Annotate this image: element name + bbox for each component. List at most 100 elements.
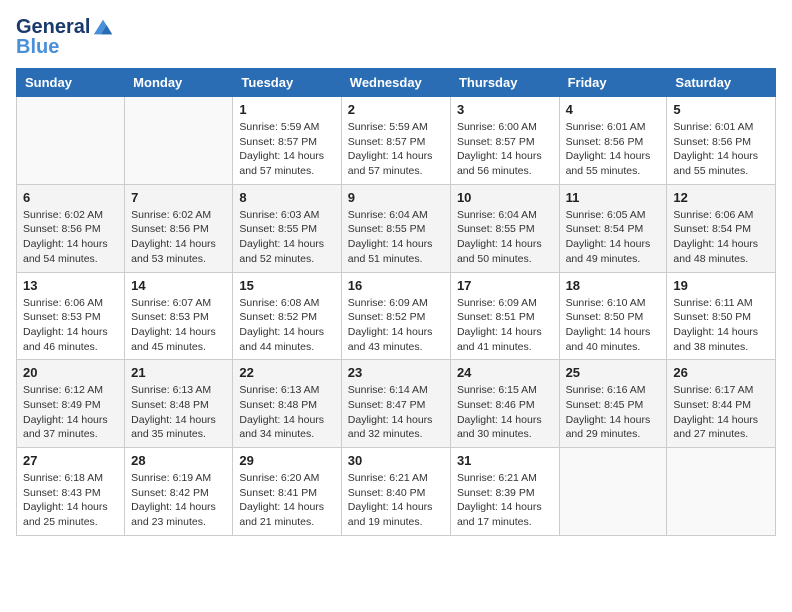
calendar-cell: 23Sunrise: 6:14 AMSunset: 8:47 PMDayligh… (341, 360, 450, 448)
day-number: 12 (673, 190, 769, 205)
day-info: Sunrise: 6:15 AMSunset: 8:46 PMDaylight:… (457, 383, 553, 442)
day-info: Sunrise: 6:13 AMSunset: 8:48 PMDaylight:… (239, 383, 334, 442)
calendar-week-row: 20 Sunrise: 6:12 AMSunset: 8:49 PMDayligh… (17, 360, 776, 448)
day-number: 8 (239, 190, 334, 205)
day-info: Sunrise: 5:59 AMSunset: 8:57 PMDaylight:… (239, 120, 334, 179)
day-number: 10 (457, 190, 553, 205)
calendar-cell: 14 Sunrise: 6:07 AMSunset: 8:53 PMDayligh… (125, 272, 233, 360)
weekday-header: Saturday (667, 69, 776, 97)
day-info: Sunrise: 6:19 AMSunset: 8:42 PMDaylight:… (131, 471, 226, 530)
calendar-table: SundayMondayTuesdayWednesdayThursdayFrid… (16, 68, 776, 536)
day-info: Sunrise: 6:06 AMSunset: 8:53 PMDaylight:… (23, 296, 118, 355)
calendar-week-row: 1 Sunrise: 5:59 AMSunset: 8:57 PMDaylight… (17, 97, 776, 185)
day-info: Sunrise: 6:10 AMSunset: 8:50 PMDaylight:… (566, 296, 661, 355)
calendar-cell (125, 97, 233, 185)
calendar-cell: 30 Sunrise: 6:21 AMSunset: 8:40 PMDayligh… (341, 448, 450, 536)
calendar-cell: 21 Sunrise: 6:13 AMSunset: 8:48 PMDayligh… (125, 360, 233, 448)
calendar-cell (17, 97, 125, 185)
weekday-header: Friday (559, 69, 667, 97)
weekday-header: Monday (125, 69, 233, 97)
calendar-cell: 17 Sunrise: 6:09 AMSunset: 8:51 PMDayligh… (450, 272, 559, 360)
calendar-cell: 4 Sunrise: 6:01 AMSunset: 8:56 PMDaylight… (559, 97, 667, 185)
day-number: 19 (673, 278, 769, 293)
day-number: 24 (457, 365, 553, 380)
day-number: 5 (673, 102, 769, 117)
day-info: Sunrise: 6:17 AMSunset: 8:44 PMDaylight:… (673, 383, 769, 442)
day-number: 21 (131, 365, 226, 380)
logo: General Blue (16, 16, 114, 58)
day-info: Sunrise: 6:13 AMSunset: 8:48 PMDaylight:… (131, 383, 226, 442)
calendar-cell: 27Sunrise: 6:18 AMSunset: 8:43 PMDayligh… (17, 448, 125, 536)
day-number: 25 (566, 365, 661, 380)
day-info: Sunrise: 6:16 AMSunset: 8:45 PMDaylight:… (566, 383, 661, 442)
day-number: 26 (673, 365, 769, 380)
day-number: 3 (457, 102, 553, 117)
logo-icon (92, 16, 114, 38)
day-number: 6 (23, 190, 118, 205)
logo-text-general: General (16, 16, 90, 38)
calendar-cell: 29Sunrise: 6:20 AMSunset: 8:41 PMDayligh… (233, 448, 341, 536)
day-info: Sunrise: 6:06 AMSunset: 8:54 PMDaylight:… (673, 208, 769, 267)
calendar-cell (559, 448, 667, 536)
day-number: 27 (23, 453, 118, 468)
day-info: Sunrise: 6:08 AMSunset: 8:52 PMDaylight:… (239, 296, 334, 355)
day-number: 4 (566, 102, 661, 117)
day-number: 16 (348, 278, 444, 293)
day-number: 15 (239, 278, 334, 293)
calendar-cell: 13Sunrise: 6:06 AMSunset: 8:53 PMDayligh… (17, 272, 125, 360)
calendar-cell: 7 Sunrise: 6:02 AMSunset: 8:56 PMDaylight… (125, 184, 233, 272)
calendar-cell: 10 Sunrise: 6:04 AMSunset: 8:55 PMDayligh… (450, 184, 559, 272)
calendar-cell (667, 448, 776, 536)
calendar-cell: 26 Sunrise: 6:17 AMSunset: 8:44 PMDayligh… (667, 360, 776, 448)
day-info: Sunrise: 6:21 AMSunset: 8:40 PMDaylight:… (348, 471, 444, 530)
day-info: Sunrise: 6:12 AMSunset: 8:49 PMDaylight:… (23, 383, 118, 442)
calendar-cell: 11 Sunrise: 6:05 AMSunset: 8:54 PMDayligh… (559, 184, 667, 272)
weekday-header: Tuesday (233, 69, 341, 97)
calendar-week-row: 13Sunrise: 6:06 AMSunset: 8:53 PMDayligh… (17, 272, 776, 360)
weekday-header: Sunday (17, 69, 125, 97)
calendar-week-row: 6 Sunrise: 6:02 AMSunset: 8:56 PMDaylight… (17, 184, 776, 272)
day-number: 2 (348, 102, 444, 117)
calendar-cell: 16 Sunrise: 6:09 AMSunset: 8:52 PMDayligh… (341, 272, 450, 360)
day-info: Sunrise: 6:01 AMSunset: 8:56 PMDaylight:… (673, 120, 769, 179)
day-info: Sunrise: 6:04 AMSunset: 8:55 PMDaylight:… (348, 208, 444, 267)
day-number: 28 (131, 453, 226, 468)
day-number: 23 (348, 365, 444, 380)
day-number: 14 (131, 278, 226, 293)
calendar-cell: 20 Sunrise: 6:12 AMSunset: 8:49 PMDayligh… (17, 360, 125, 448)
day-info: Sunrise: 6:02 AMSunset: 8:56 PMDaylight:… (131, 208, 226, 267)
weekday-header: Thursday (450, 69, 559, 97)
day-info: Sunrise: 6:09 AMSunset: 8:52 PMDaylight:… (348, 296, 444, 355)
calendar-cell: 5 Sunrise: 6:01 AMSunset: 8:56 PMDaylight… (667, 97, 776, 185)
day-number: 17 (457, 278, 553, 293)
day-info: Sunrise: 6:07 AMSunset: 8:53 PMDaylight:… (131, 296, 226, 355)
day-number: 20 (23, 365, 118, 380)
logo-text-blue: Blue (16, 36, 59, 58)
calendar-cell: 2 Sunrise: 5:59 AMSunset: 8:57 PMDaylight… (341, 97, 450, 185)
calendar-cell: 25 Sunrise: 6:16 AMSunset: 8:45 PMDayligh… (559, 360, 667, 448)
calendar-cell: 12 Sunrise: 6:06 AMSunset: 8:54 PMDayligh… (667, 184, 776, 272)
calendar-cell: 24 Sunrise: 6:15 AMSunset: 8:46 PMDayligh… (450, 360, 559, 448)
day-number: 30 (348, 453, 444, 468)
day-info: Sunrise: 5:59 AMSunset: 8:57 PMDaylight:… (348, 120, 444, 179)
day-number: 31 (457, 453, 553, 468)
day-info: Sunrise: 6:09 AMSunset: 8:51 PMDaylight:… (457, 296, 553, 355)
day-info: Sunrise: 6:01 AMSunset: 8:56 PMDaylight:… (566, 120, 661, 179)
day-number: 9 (348, 190, 444, 205)
calendar-cell: 18Sunrise: 6:10 AMSunset: 8:50 PMDayligh… (559, 272, 667, 360)
day-number: 22 (239, 365, 334, 380)
calendar-cell: 8 Sunrise: 6:03 AMSunset: 8:55 PMDaylight… (233, 184, 341, 272)
page-header: General Blue (16, 16, 776, 58)
calendar-cell: 19Sunrise: 6:11 AMSunset: 8:50 PMDayligh… (667, 272, 776, 360)
day-info: Sunrise: 6:02 AMSunset: 8:56 PMDaylight:… (23, 208, 118, 267)
day-number: 1 (239, 102, 334, 117)
day-info: Sunrise: 6:03 AMSunset: 8:55 PMDaylight:… (239, 208, 334, 267)
day-number: 11 (566, 190, 661, 205)
calendar-cell: 28 Sunrise: 6:19 AMSunset: 8:42 PMDayligh… (125, 448, 233, 536)
calendar-cell: 6 Sunrise: 6:02 AMSunset: 8:56 PMDaylight… (17, 184, 125, 272)
day-info: Sunrise: 6:04 AMSunset: 8:55 PMDaylight:… (457, 208, 553, 267)
calendar-cell: 3Sunrise: 6:00 AMSunset: 8:57 PMDaylight… (450, 97, 559, 185)
calendar-cell: 31Sunrise: 6:21 AMSunset: 8:39 PMDayligh… (450, 448, 559, 536)
day-info: Sunrise: 6:05 AMSunset: 8:54 PMDaylight:… (566, 208, 661, 267)
day-number: 7 (131, 190, 226, 205)
